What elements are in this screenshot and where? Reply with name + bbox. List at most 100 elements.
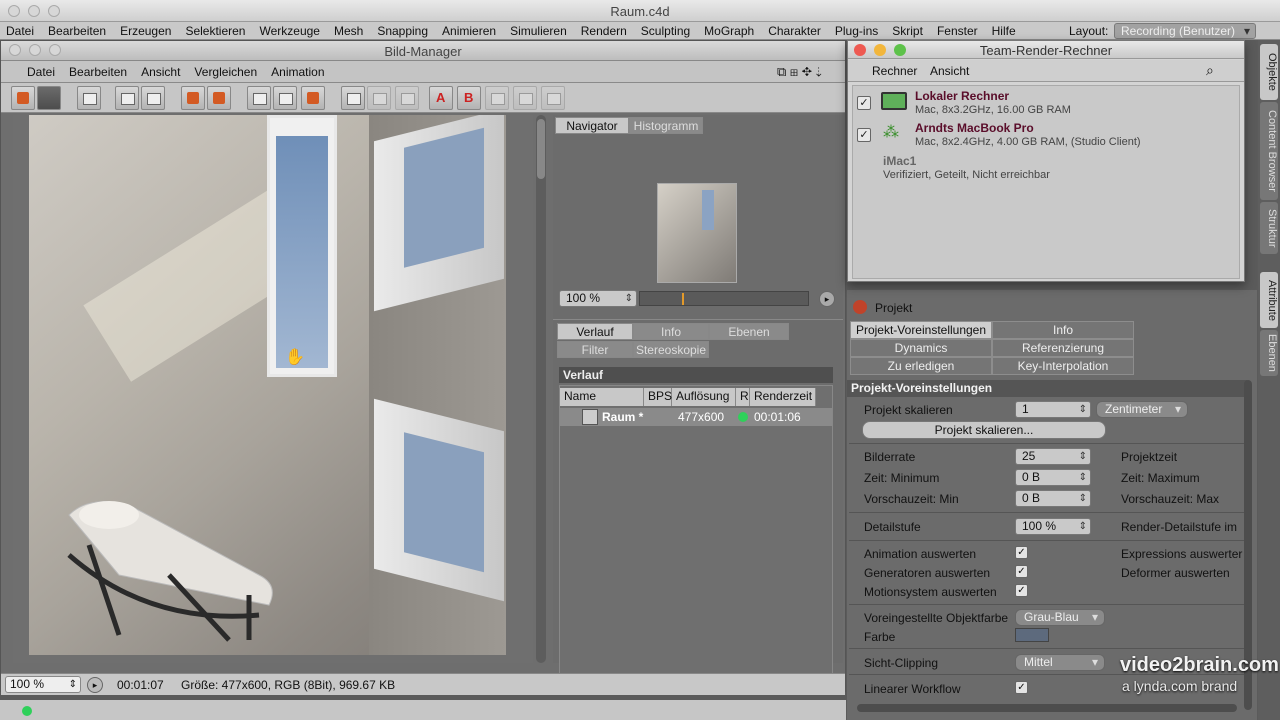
menu-bearbeiten[interactable]: Bearbeiten bbox=[48, 24, 106, 38]
tab-attr-info[interactable]: Info bbox=[992, 321, 1134, 339]
side-tab-content-browser[interactable]: Content Browser bbox=[1260, 102, 1278, 200]
menu-sculpting[interactable]: Sculpting bbox=[641, 24, 690, 38]
tab-verlauf[interactable]: Verlauf bbox=[557, 323, 633, 340]
projekt-skalieren-button[interactable]: Projekt skalieren... bbox=[862, 421, 1106, 439]
compare-ab-icon[interactable] bbox=[341, 86, 365, 110]
col-r[interactable]: R bbox=[736, 388, 750, 406]
region-render-icon[interactable] bbox=[115, 86, 139, 110]
bm-menu-ansicht[interactable]: Ansicht bbox=[141, 65, 180, 79]
navigator-thumbnail[interactable] bbox=[657, 183, 737, 283]
split-v-icon[interactable] bbox=[541, 86, 565, 110]
menu-plugins[interactable]: Plug-ins bbox=[835, 24, 878, 38]
menu-mograph[interactable]: MoGraph bbox=[704, 24, 754, 38]
trr-menu-ansicht[interactable]: Ansicht bbox=[930, 64, 969, 78]
machine-info: Mac, 8x3.2GHz, 16.00 GB RAM bbox=[915, 104, 1071, 116]
bild-manager-toolbar bbox=[1, 83, 845, 113]
attr-h-scrollbar[interactable] bbox=[857, 704, 1237, 712]
verlauf-list: Name BPS Auflösung R Renderzeit Raum * 4… bbox=[559, 385, 833, 675]
generatoren-checkbox[interactable]: ✓ bbox=[1015, 565, 1028, 578]
bm-menu-bearbeiten[interactable]: Bearbeiten bbox=[69, 65, 127, 79]
menu-hilfe[interactable]: Hilfe bbox=[992, 24, 1016, 38]
bm-menu-datei[interactable]: Datei bbox=[27, 65, 55, 79]
tab-referenzierung[interactable]: Referenzierung bbox=[992, 339, 1134, 357]
machine-checkbox[interactable]: ✓ bbox=[857, 96, 871, 110]
layout-panel-icon[interactable]: ⧉ ⊞ ✥ ⇣ bbox=[777, 64, 822, 80]
col-bps[interactable]: BPS bbox=[644, 388, 672, 406]
menu-mesh[interactable]: Mesh bbox=[334, 24, 363, 38]
menu-snapping[interactable]: Snapping bbox=[377, 24, 428, 38]
menu-rendern[interactable]: Rendern bbox=[581, 24, 627, 38]
tab-dynamics[interactable]: Dynamics bbox=[850, 339, 992, 357]
projekt-skalieren-field[interactable]: 1 bbox=[1015, 401, 1091, 418]
tab-filter[interactable]: Filter bbox=[557, 341, 633, 358]
projekt-skalieren-label: Projekt skalieren bbox=[864, 403, 953, 417]
compare-ab-swap-icon[interactable] bbox=[395, 86, 419, 110]
set-b-icon[interactable] bbox=[457, 86, 481, 110]
bm-menu-animation[interactable]: Animation bbox=[271, 65, 324, 79]
tab-zu-erledigen[interactable]: Zu erledigen bbox=[850, 357, 992, 375]
tab-info[interactable]: Info bbox=[633, 323, 709, 340]
render-settings-icon[interactable] bbox=[207, 86, 231, 110]
menu-simulieren[interactable]: Simulieren bbox=[510, 24, 567, 38]
compare-split-icon[interactable] bbox=[367, 86, 391, 110]
render-scrollbar[interactable] bbox=[536, 115, 546, 663]
linearer-workflow-checkbox[interactable]: ✓ bbox=[1015, 681, 1028, 694]
render-queue-icon[interactable] bbox=[181, 86, 205, 110]
menu-animieren[interactable]: Animieren bbox=[442, 24, 496, 38]
side-tab-ebenen[interactable]: Ebenen bbox=[1260, 330, 1278, 376]
bm-menu-vergleichen[interactable]: Vergleichen bbox=[194, 65, 257, 79]
objektfarbe-select[interactable]: Grau-Blau bbox=[1015, 609, 1105, 626]
menu-skript[interactable]: Skript bbox=[892, 24, 923, 38]
trr-menu-rechner[interactable]: Rechner bbox=[872, 64, 917, 78]
render-picture-icon[interactable] bbox=[273, 86, 297, 110]
table-row[interactable]: Raum * 477x600 00:01:06 bbox=[560, 408, 832, 426]
diff-icon[interactable] bbox=[485, 86, 509, 110]
farbe-swatch[interactable] bbox=[1015, 628, 1049, 642]
zoom-icon[interactable] bbox=[141, 86, 165, 110]
col-name[interactable]: Name bbox=[560, 388, 644, 406]
tab-histogramm[interactable]: Histogramm bbox=[629, 117, 703, 134]
grid-icon[interactable] bbox=[77, 86, 101, 110]
col-renderzeit[interactable]: Renderzeit bbox=[750, 388, 816, 406]
status-zoom-field[interactable]: 100 % bbox=[5, 676, 81, 693]
tab-ebenen[interactable]: Ebenen bbox=[709, 323, 789, 340]
bilderrate-field[interactable]: 25 bbox=[1015, 448, 1091, 465]
menu-erzeugen[interactable]: Erzeugen bbox=[120, 24, 171, 38]
tab-key-interpolation[interactable]: Key-Interpolation bbox=[992, 357, 1134, 375]
menu-fenster[interactable]: Fenster bbox=[937, 24, 978, 38]
render-view-icon[interactable] bbox=[247, 86, 271, 110]
save-icon[interactable] bbox=[37, 86, 61, 110]
split-h-icon[interactable] bbox=[513, 86, 537, 110]
menu-datei[interactable]: Datei bbox=[6, 24, 34, 38]
navigator-zoom-field[interactable]: 100 % bbox=[559, 290, 637, 307]
animation-checkbox[interactable]: ✓ bbox=[1015, 546, 1028, 559]
side-tab-attribute[interactable]: Attribute bbox=[1260, 272, 1278, 328]
tab-projekt-voreinstellungen[interactable]: Projekt-Voreinstellungen bbox=[850, 321, 992, 339]
sicht-clipping-select[interactable]: Mittel bbox=[1015, 654, 1105, 671]
layout-select[interactable]: Recording (Benutzer) bbox=[1114, 23, 1256, 39]
machine-name: Arndts MacBook Pro bbox=[915, 121, 1034, 135]
search-icon[interactable]: ⌕ bbox=[1206, 62, 1214, 79]
detailstufe-field[interactable]: 100 % bbox=[1015, 518, 1091, 535]
col-aufloesung[interactable]: Auflösung bbox=[672, 388, 736, 406]
tab-navigator[interactable]: Navigator bbox=[555, 117, 629, 134]
set-a-icon[interactable] bbox=[429, 86, 453, 110]
menu-selektieren[interactable]: Selektieren bbox=[185, 24, 245, 38]
play-button[interactable]: ▸ bbox=[87, 677, 103, 693]
navigator-zoom-slider[interactable] bbox=[639, 291, 809, 306]
unit-select[interactable]: Zentimeter bbox=[1096, 401, 1188, 418]
tab-stereoskopie[interactable]: Stereoskopie bbox=[633, 341, 709, 358]
motionsystem-checkbox[interactable]: ✓ bbox=[1015, 584, 1028, 597]
render-view[interactable]: ✋ bbox=[13, 115, 533, 663]
menu-charakter[interactable]: Charakter bbox=[768, 24, 821, 38]
zeit-min-field[interactable]: 0 B bbox=[1015, 469, 1091, 486]
machine-checkbox[interactable]: ✓ bbox=[857, 128, 871, 142]
side-tab-struktur[interactable]: Struktur bbox=[1260, 202, 1278, 254]
open-file-icon[interactable] bbox=[11, 86, 35, 110]
menu-werkzeuge[interactable]: Werkzeuge bbox=[259, 24, 319, 38]
navigator-fit-button[interactable]: ▸ bbox=[819, 291, 835, 307]
sicht-clipping-label[interactable]: Sicht-Clipping bbox=[864, 656, 938, 670]
side-tab-objekte[interactable]: Objekte bbox=[1260, 44, 1278, 100]
vorschau-min-field[interactable]: 0 B bbox=[1015, 490, 1091, 507]
team-render-icon[interactable] bbox=[301, 86, 325, 110]
